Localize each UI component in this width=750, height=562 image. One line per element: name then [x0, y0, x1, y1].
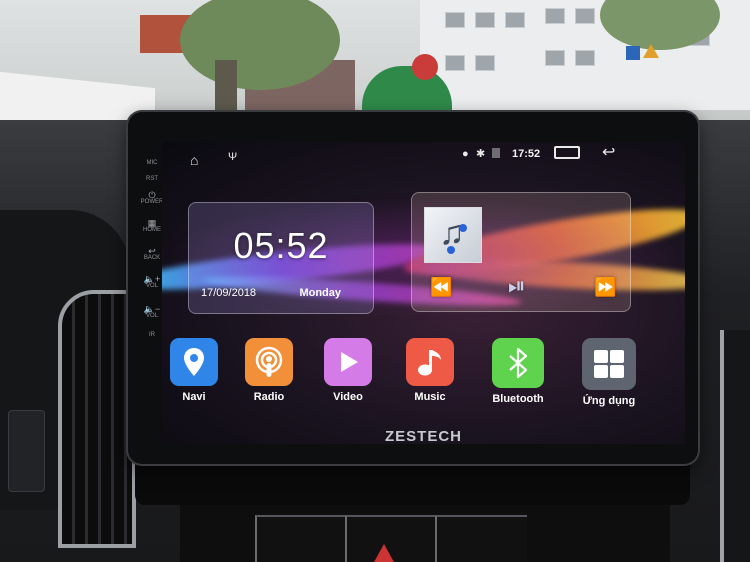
bluetooth-icon — [492, 338, 544, 388]
status-time: 17:52 — [512, 148, 541, 160]
console-button — [435, 515, 527, 562]
app-label: Music — [414, 391, 446, 403]
console-button — [255, 515, 347, 562]
back-arrow-icon[interactable]: ↩ — [602, 142, 615, 162]
app-radio[interactable]: Radio — [234, 338, 304, 403]
brand-logo: ZESTECH — [384, 428, 462, 444]
app-music[interactable]: Music — [395, 338, 465, 403]
app-label: Ứng dụng — [582, 395, 636, 407]
app-navi[interactable]: Navi — [162, 338, 229, 403]
clock-time: 05:52 — [233, 225, 329, 266]
app-ung-dung[interactable]: Ứng dụng — [574, 338, 644, 407]
play-pause-button[interactable]: ⏯ — [508, 273, 526, 299]
usb-icon: Ψ — [228, 151, 238, 163]
app-label: Radio — [253, 391, 285, 403]
hazard-icon — [374, 544, 394, 562]
status-bar: ⌂ Ψ ● ✱ 17:52 ↩ — [162, 142, 685, 168]
statue-head — [412, 54, 438, 80]
next-track-button[interactable]: ⏩ — [594, 277, 616, 298]
car-interior-photo: MIC RST ⏻ POWER ▦ HOME ↩ BACK 🔈+ VOL 🔈− VOL I… — [0, 0, 750, 562]
app-grid-icon — [582, 338, 636, 390]
album-art[interactable]: ♫ — [424, 207, 482, 263]
recent-apps-icon[interactable] — [554, 146, 580, 159]
music-widget[interactable]: ♫ ⏪ ⏯ ⏩ — [411, 192, 631, 312]
road-sign — [626, 46, 640, 60]
clock-widget[interactable]: 05:52 17/09/2018 Monday — [188, 202, 374, 314]
app-label: Navi — [182, 391, 206, 403]
app-label: Bluetooth — [492, 393, 544, 405]
app-video[interactable]: Video — [313, 338, 383, 403]
warning-sign — [643, 44, 659, 58]
clock-date: 17/09/2018 — [201, 287, 257, 299]
location-icon: ● — [462, 148, 469, 160]
music-note-icon — [406, 338, 454, 386]
app-bluetooth[interactable]: Bluetooth — [483, 338, 553, 405]
app-label: Video — [333, 391, 363, 403]
map-pin-icon — [170, 338, 218, 386]
android-home-screen: ⌂ Ψ ● ✱ 17:52 ↩ 05:52 17/09/2018 Monday … — [162, 142, 685, 444]
air-vent-left — [58, 290, 136, 548]
home-outline-icon[interactable]: ⌂ — [190, 152, 198, 168]
no-sim-icon — [492, 148, 500, 158]
play-icon — [324, 338, 372, 386]
podcast-icon — [245, 338, 293, 386]
air-vent-right — [720, 330, 750, 562]
dash-switch — [8, 410, 45, 492]
previous-track-button[interactable]: ⏪ — [430, 277, 452, 298]
bluetooth-icon: ✱ — [476, 148, 486, 160]
clock-day: Monday — [299, 287, 341, 299]
